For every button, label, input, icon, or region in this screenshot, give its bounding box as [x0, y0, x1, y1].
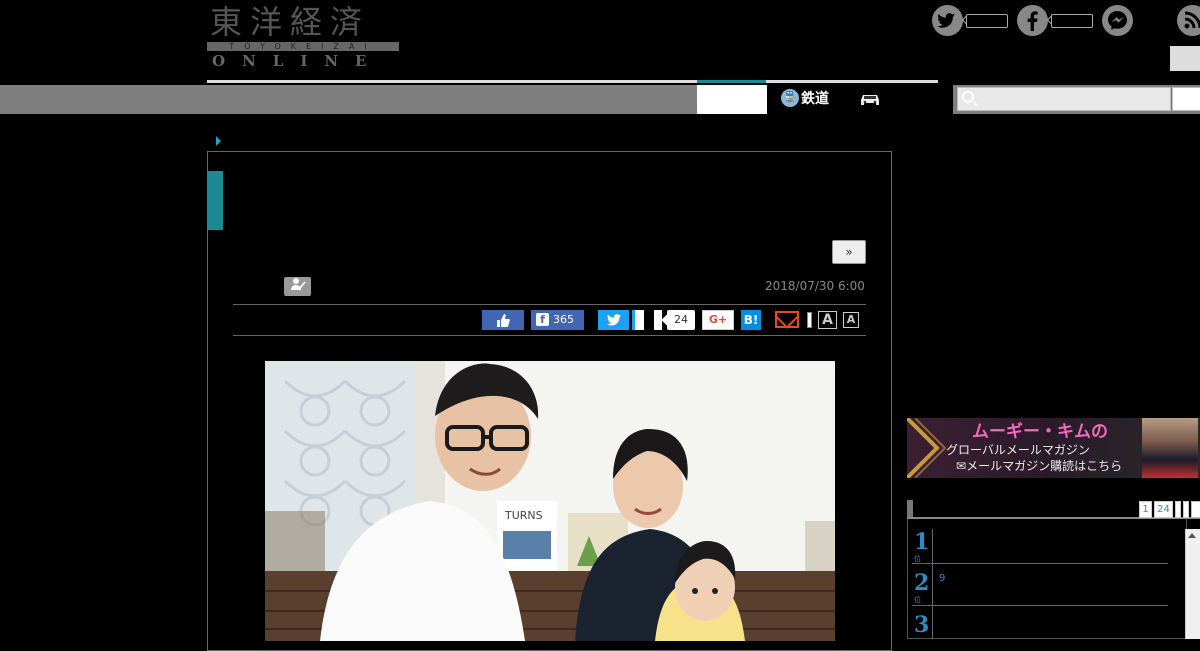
ranking-item-3[interactable]: 3	[914, 613, 929, 637]
rank-number: 3	[914, 612, 930, 638]
breadcrumb-arrow-icon	[216, 136, 221, 146]
facebook-share-count: 365	[553, 313, 574, 326]
ranking-page-1-button[interactable]: 1	[1139, 501, 1152, 518]
messenger-icon[interactable]	[1102, 5, 1133, 36]
share-bar-top-border	[233, 304, 866, 305]
font-size-large-button[interactable]: A	[818, 311, 837, 329]
ranking-item-1[interactable]: 1 位	[914, 530, 929, 564]
rank-number: 2	[914, 570, 930, 596]
search-icon	[962, 91, 974, 103]
facebook-count-box[interactable]	[1051, 14, 1093, 28]
facebook-f-icon: f	[536, 313, 549, 326]
banner-title: ムーギー・キムの	[972, 422, 1108, 442]
twitter-count-box[interactable]	[966, 14, 1008, 28]
nav-top-border	[207, 80, 938, 83]
nav-active-indicator	[697, 80, 766, 83]
nav-tab-active[interactable]	[697, 85, 767, 114]
article-title-accent	[207, 171, 223, 230]
ranking-list	[907, 519, 1187, 639]
banner-portrait	[1142, 418, 1198, 478]
article-main-photo: TURNS	[265, 361, 835, 641]
ranking-page-24-button[interactable]: 24	[1154, 501, 1173, 518]
banner-cta: ✉メールマガジン購読はこちら	[956, 459, 1123, 473]
author-icon[interactable]	[284, 277, 311, 296]
ranking-column-divider	[932, 529, 933, 639]
publish-date: 2018/07/30 6:00	[765, 279, 865, 293]
login-button[interactable]	[1170, 46, 1200, 71]
ranking-item-2[interactable]: 2 位	[914, 571, 929, 605]
ranking-page-button[interactable]	[1175, 501, 1181, 518]
ranking-row-divider	[912, 605, 1168, 606]
font-size-small-button[interactable]: A	[843, 312, 859, 328]
site-logo-online: ONLINE	[212, 52, 384, 70]
car-icon[interactable]	[858, 91, 882, 111]
site-logo-band: TOYOKEIZAI	[207, 42, 399, 51]
rank-unit: 位	[914, 596, 921, 604]
twitter-count-bubble	[632, 310, 644, 330]
ranking-header-accent	[907, 500, 913, 518]
google-plus-button[interactable]: G+	[702, 310, 734, 330]
nav-tab-railway[interactable]: 鉄道	[801, 89, 829, 109]
twitter-tweet-button[interactable]	[598, 310, 629, 330]
twitter-icon[interactable]	[932, 5, 963, 36]
rank-number: 1	[914, 529, 930, 555]
svg-text:TURNS: TURNS	[504, 509, 543, 522]
facebook-like-button[interactable]	[482, 310, 524, 330]
hatena-bookmark-button[interactable]: B!	[741, 310, 761, 330]
mail-icon[interactable]	[775, 311, 799, 328]
banner-subtitle: グローバルメールマガジン	[946, 443, 1090, 457]
ranking-page-button[interactable]	[1183, 501, 1189, 518]
ranking-item-2-text[interactable]: 9	[939, 573, 945, 585]
share-count: 24	[667, 310, 695, 330]
next-page-button[interactable]: »	[832, 240, 866, 264]
share-separator	[807, 312, 812, 328]
train-icon[interactable]: 🚆	[781, 89, 799, 107]
scroll-up-arrow-icon[interactable]	[1188, 533, 1196, 538]
rss-icon[interactable]	[1177, 5, 1200, 36]
site-logo-kanji[interactable]: 東洋経済	[210, 4, 370, 40]
search-input[interactable]	[957, 87, 1171, 111]
share-bar-bottom-border	[233, 335, 866, 336]
facebook-icon[interactable]	[1017, 5, 1048, 36]
ranking-row-divider	[912, 563, 1168, 564]
ranking-scrollbar[interactable]	[1185, 529, 1200, 639]
banner-mail-icon: ✉	[956, 459, 967, 473]
ranking-page-button[interactable]	[1191, 501, 1200, 518]
search-button[interactable]	[1172, 87, 1200, 111]
